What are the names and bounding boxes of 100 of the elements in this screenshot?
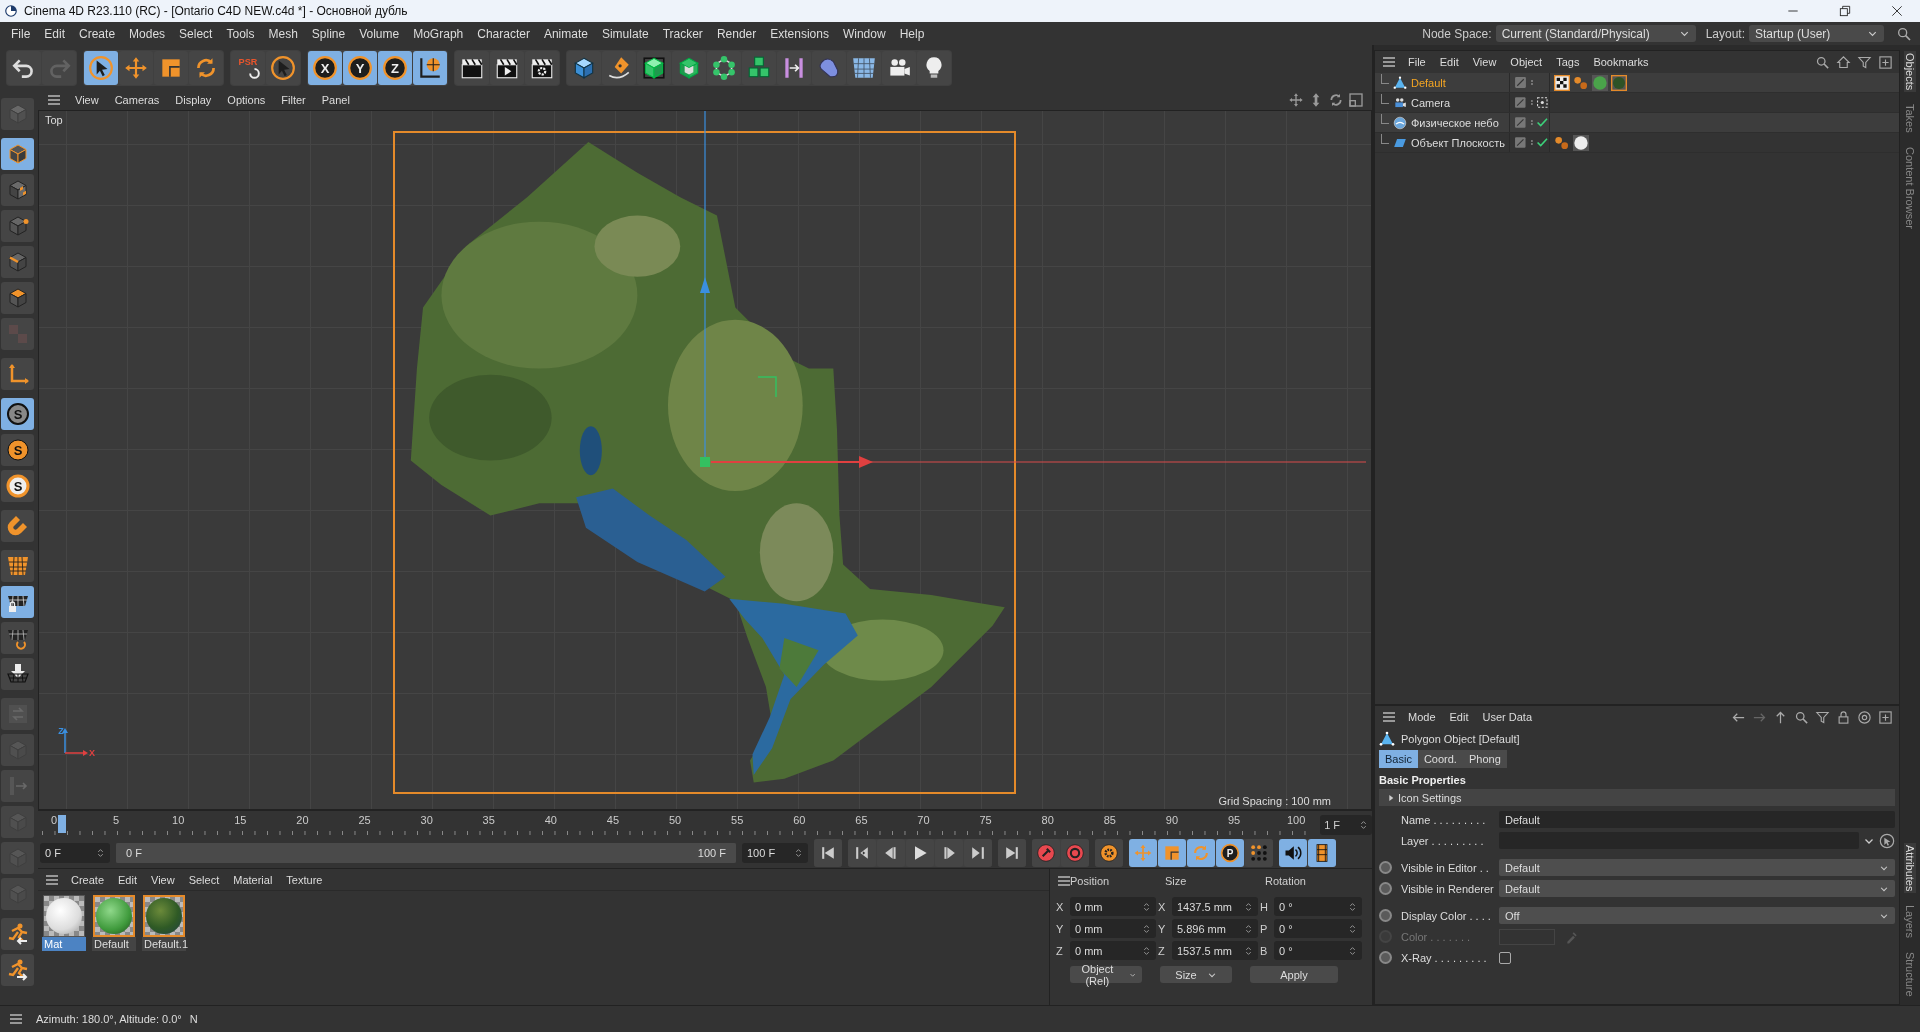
- field-label: Layer . . . . . . . . .: [1401, 834, 1485, 847]
- menu-item[interactable]: View: [1465, 56, 1504, 68]
- axis-label: P: [1260, 922, 1269, 935]
- menu-item[interactable]: File: [4, 26, 38, 41]
- dropdown-label: Node Space:: [1422, 26, 1492, 41]
- menu-item[interactable]: Tools: [219, 26, 262, 41]
- axis-label: B: [1260, 944, 1269, 957]
- menu-item[interactable]: File: [1401, 56, 1433, 68]
- frame-number: 40: [544, 814, 557, 826]
- menu-item[interactable]: Tags: [1549, 56, 1587, 68]
- menu-item[interactable]: Window: [835, 26, 893, 41]
- frame-number: 70: [917, 814, 930, 826]
- value-field[interactable]: 0 mm: [1070, 941, 1156, 960]
- menu-item[interactable]: Mesh: [261, 26, 305, 41]
- menu-item[interactable]: Edit: [1442, 711, 1476, 723]
- menu-item[interactable]: Create: [64, 873, 112, 886]
- axis-label: Z: [1056, 944, 1064, 957]
- field-label: X-Ray . . . . . . . . .: [1401, 951, 1488, 964]
- menu-item[interactable]: Object: [1503, 56, 1550, 68]
- axis-label: Y: [1158, 922, 1167, 935]
- menu-item[interactable]: Texture: [279, 873, 330, 886]
- menu-item[interactable]: Help: [892, 26, 932, 41]
- menu-item[interactable]: Select: [172, 26, 220, 41]
- menu-item[interactable]: Display: [168, 94, 219, 106]
- name-field[interactable]: Default: [1499, 811, 1895, 828]
- menu-item[interactable]: Edit: [1432, 56, 1466, 68]
- dropdown[interactable]: Default: [1499, 880, 1895, 897]
- menu-item[interactable]: Edit: [111, 873, 144, 886]
- current-frame-field[interactable]: 1 F: [1320, 815, 1372, 835]
- dropdown[interactable]: Startup (User): [1749, 25, 1884, 42]
- menu-item[interactable]: Filter: [274, 94, 313, 106]
- side-tab[interactable]: Objects: [1904, 51, 1916, 93]
- dropdown[interactable]: Default: [1499, 859, 1895, 876]
- menu-item[interactable]: Material: [226, 873, 280, 886]
- start-frame-field[interactable]: 0 F: [40, 843, 110, 863]
- menu-item[interactable]: MoGraph: [406, 26, 471, 41]
- section-title: Basic Properties: [1378, 773, 1467, 788]
- value-field[interactable]: 0 °: [1274, 897, 1362, 916]
- object-name[interactable]: Объект Плоскость: [1411, 136, 1505, 149]
- camera-label: Top: [45, 114, 63, 126]
- menu-item[interactable]: Character: [470, 26, 537, 41]
- menu-item[interactable]: Create: [72, 26, 123, 41]
- column-header: Position: [1070, 875, 1111, 887]
- menu-item[interactable]: Volume: [352, 26, 407, 41]
- object-name[interactable]: Физическое небо: [1411, 116, 1499, 129]
- value-field[interactable]: 0 °: [1274, 919, 1362, 938]
- end-frame-field[interactable]: 100 F: [742, 843, 808, 863]
- side-tab[interactable]: Content Browser: [1904, 145, 1916, 231]
- frame-number: 100: [1286, 814, 1306, 826]
- value-field[interactable]: 1537.5 mm: [1172, 941, 1258, 960]
- menu-item[interactable]: Render: [709, 26, 764, 41]
- material-name[interactable]: Default: [92, 937, 136, 951]
- material-name[interactable]: Default.1: [142, 937, 186, 951]
- apply-button[interactable]: Apply: [1250, 966, 1338, 983]
- frame-number: 20: [296, 814, 309, 826]
- tab[interactable]: Basic: [1379, 750, 1418, 768]
- side-tab[interactable]: Takes: [1904, 102, 1916, 136]
- axis-label: X: [1056, 900, 1065, 913]
- material-name[interactable]: Mat: [42, 937, 86, 951]
- group-header[interactable]: Icon Settings: [1379, 789, 1895, 806]
- side-tab[interactable]: Structure: [1904, 950, 1916, 999]
- menu-item[interactable]: Extensions: [763, 26, 836, 41]
- menu-item[interactable]: Tracker: [655, 26, 710, 41]
- frame-number: 0: [50, 814, 58, 826]
- dropdown-label: Layout:: [1705, 26, 1745, 41]
- menu-item[interactable]: Spline: [304, 26, 353, 41]
- menu-item[interactable]: Options: [220, 94, 273, 106]
- side-tab[interactable]: Attributes: [1904, 842, 1916, 894]
- menu-item[interactable]: Edit: [37, 26, 73, 41]
- axis-label: H: [1260, 900, 1269, 913]
- menu-item[interactable]: Bookmarks: [1586, 56, 1656, 68]
- menu-item[interactable]: Cameras: [107, 94, 167, 106]
- dropdown[interactable]: Current (Standard/Physical): [1495, 25, 1696, 42]
- menu-item[interactable]: Select: [181, 873, 227, 886]
- menu-item[interactable]: Animate: [536, 26, 595, 41]
- frame-number: 80: [1041, 814, 1054, 826]
- axis-label: Z: [1158, 944, 1166, 957]
- field-label: Name . . . . . . . . .: [1401, 813, 1487, 826]
- menu-item[interactable]: User Data: [1475, 711, 1540, 723]
- side-tab[interactable]: Layers: [1904, 903, 1916, 941]
- column-header: Rotation: [1265, 875, 1307, 887]
- dropdown[interactable]: Size: [1160, 966, 1232, 983]
- menu-item[interactable]: Mode: [1401, 711, 1443, 723]
- value-field[interactable]: 5.896 mm: [1172, 919, 1258, 938]
- value-field[interactable]: 0 °: [1274, 941, 1362, 960]
- menu-item[interactable]: Simulate: [594, 26, 656, 41]
- value-field[interactable]: 1437.5 mm: [1172, 897, 1258, 916]
- object-name[interactable]: Default: [1411, 76, 1446, 89]
- menu-item[interactable]: View: [144, 873, 182, 886]
- menu-item[interactable]: Panel: [314, 94, 357, 106]
- value-field[interactable]: 0 mm: [1070, 919, 1156, 938]
- value-field[interactable]: 0 mm: [1070, 897, 1156, 916]
- frame-number: 75: [979, 814, 992, 826]
- window-title: Cinema 4D R23.110 (RC) - [Ontario C4D NEW.c4d *] - Основной дубль: [24, 4, 409, 18]
- dropdown[interactable]: Off: [1499, 907, 1895, 924]
- object-name[interactable]: Camera: [1411, 96, 1451, 109]
- menu-item[interactable]: Modes: [122, 26, 173, 41]
- frame-number: 15: [234, 814, 247, 826]
- viewport-canvas[interactable]: Top Z X Grid Spacing : 100 mm: [38, 110, 1372, 810]
- menu-item[interactable]: View: [68, 94, 106, 106]
